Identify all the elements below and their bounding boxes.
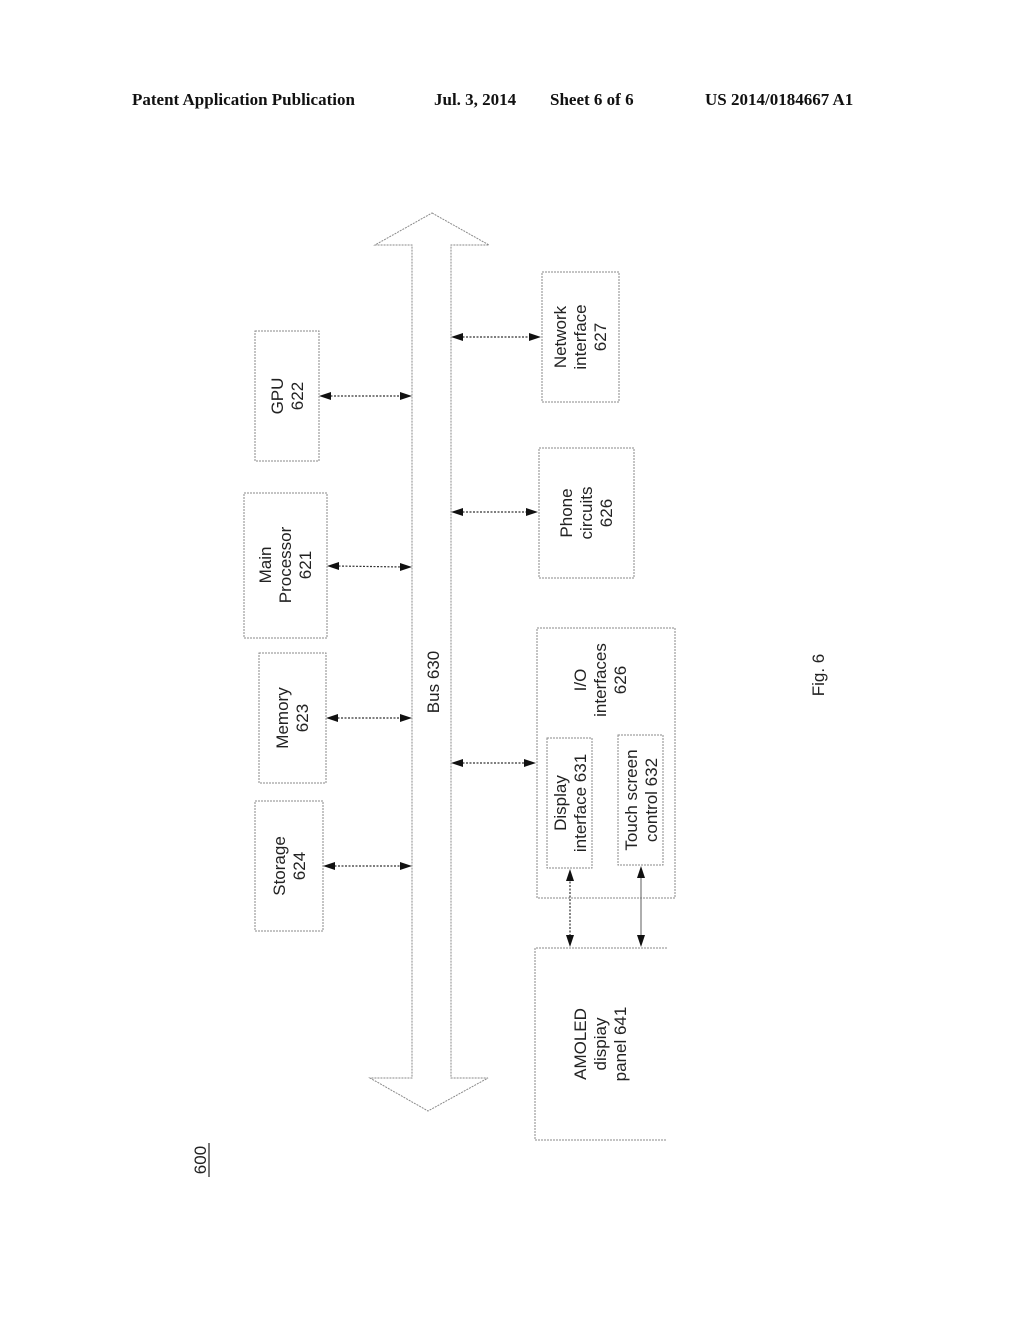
storage-block xyxy=(254,800,324,932)
figure-reference: 600 xyxy=(191,1146,210,1174)
io-label-1: I/O xyxy=(571,669,590,692)
figure-ref-number: 600 xyxy=(191,1146,210,1174)
phone-bus-connector xyxy=(451,508,538,516)
network-label-1: Network xyxy=(551,305,570,368)
main-processor-label-1: Main xyxy=(256,547,275,584)
touch-screen-number: control 632 xyxy=(642,758,661,842)
gpu-number: 622 xyxy=(288,382,307,410)
amoled-label-1: AMOLED xyxy=(571,1008,590,1080)
phone-label-1: Phone xyxy=(557,488,576,537)
network-label-2: interface xyxy=(571,304,590,369)
bus-label: Bus 630 xyxy=(424,651,443,713)
main-processor-number: 621 xyxy=(296,551,315,579)
memory-label: Memory xyxy=(273,687,292,749)
io-label-2: interfaces xyxy=(591,643,610,717)
network-number: 627 xyxy=(591,323,610,351)
storage-bus-connector xyxy=(323,862,412,870)
processor-bus-connector xyxy=(327,562,412,571)
amoled-label-2: dispiay xyxy=(591,1017,610,1070)
memory-number: 623 xyxy=(293,704,312,732)
storage-label: Storage xyxy=(270,836,289,896)
touch-screen-label: Touch screen xyxy=(622,749,641,850)
display-interface-label: Display xyxy=(551,775,570,831)
memory-bus-connector xyxy=(326,714,412,722)
figure-caption: Fig. 6 xyxy=(809,654,828,697)
figure-6-diagram: Bus 630 GPU 622 Main Processor 621 Memor… xyxy=(191,212,828,1177)
display-interface-number: interface 631 xyxy=(571,754,590,852)
io-bus-connector xyxy=(451,759,536,767)
io-number: 626 xyxy=(611,666,630,694)
gpu-bus-connector xyxy=(319,392,412,400)
storage-number: 624 xyxy=(290,852,309,880)
network-bus-connector xyxy=(451,333,541,341)
gpu-block xyxy=(254,330,320,462)
display-amoled-connector xyxy=(566,869,574,947)
phone-number: 626 xyxy=(597,499,616,527)
amoled-number: panel 641 xyxy=(611,1007,630,1082)
phone-label-2: circuits xyxy=(577,487,596,540)
main-processor-label-2: Processor xyxy=(276,526,295,603)
gpu-label: GPU xyxy=(268,378,287,415)
